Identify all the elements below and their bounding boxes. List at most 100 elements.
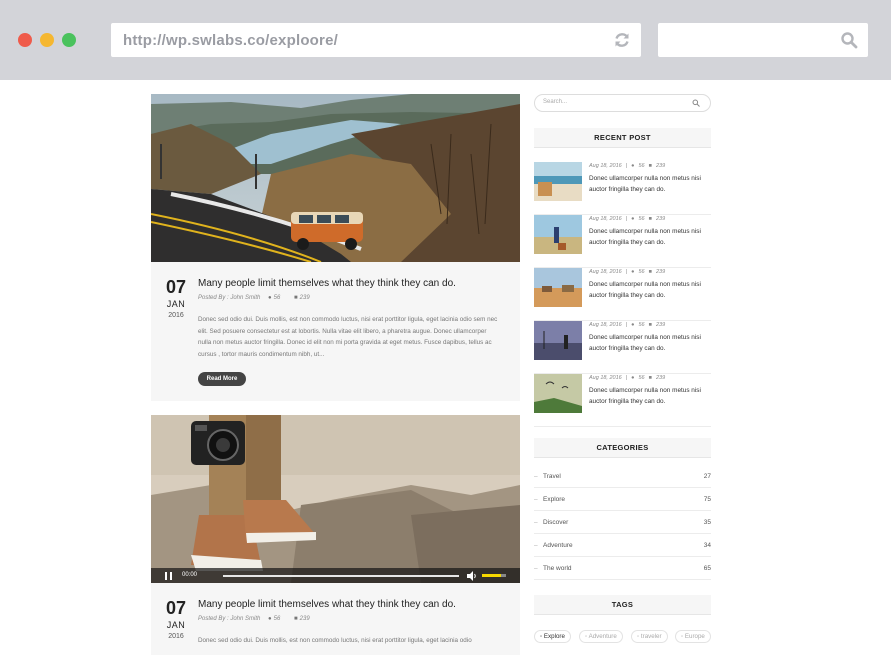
video-controls: 00:00 xyxy=(151,568,520,583)
recent-post-likes: 56 xyxy=(638,216,645,222)
recent-post-date: Aug 18, 2016 xyxy=(589,163,622,169)
category-item[interactable]: – The world 65 xyxy=(534,557,711,580)
maximize-window-button[interactable] xyxy=(62,33,76,47)
user-icon: ● xyxy=(268,616,272,622)
recent-post-title: RECENT POST xyxy=(534,128,711,148)
category-count: 65 xyxy=(703,565,711,572)
recent-post-text[interactable]: Donec ullamcorper nulla non metus nisi a… xyxy=(589,332,711,354)
comment-icon: ■ xyxy=(648,163,652,169)
category-name[interactable]: Travel xyxy=(543,473,561,480)
volume-icon[interactable] xyxy=(467,571,477,581)
category-name[interactable]: Explore xyxy=(543,496,565,503)
recent-post-item[interactable]: Aug 18, 2016 | ● 56 ■ 239 Donec ullamcorper n… xyxy=(534,268,711,321)
tag-explore[interactable]: ◦ Explore xyxy=(534,630,571,643)
comment-icon: ■ xyxy=(648,269,652,275)
recent-post-date: Aug 18, 2016 xyxy=(589,216,622,222)
recent-post-thumb[interactable] xyxy=(534,215,582,254)
recent-post-likes: 56 xyxy=(638,269,645,275)
close-window-button[interactable] xyxy=(18,33,32,47)
recent-post-thumb[interactable] xyxy=(534,374,582,413)
tag-label: Adventure xyxy=(588,633,617,640)
user-icon: ● xyxy=(268,295,272,301)
blog-post: 00:00 07 JAN 2016 Many people limit them… xyxy=(151,415,520,655)
recent-post-meta: Aug 18, 2016 | ● 56 ■ 239 xyxy=(589,322,666,328)
tag-europe[interactable]: ◦ Europe xyxy=(675,630,711,643)
recent-post-date: Aug 18, 2016 xyxy=(589,322,622,328)
post-meta: Posted By : John Smith ● 56 ■ 239 xyxy=(198,295,322,301)
reload-icon[interactable] xyxy=(612,30,632,50)
tag-label: Explore xyxy=(543,633,565,640)
recent-post-thumb[interactable] xyxy=(534,268,582,307)
post-video[interactable]: 00:00 xyxy=(151,415,520,583)
category-item[interactable]: – Explore 75 xyxy=(534,488,711,511)
user-icon: ● xyxy=(631,163,635,169)
search-icon[interactable] xyxy=(692,99,700,107)
recent-post-thumb[interactable] xyxy=(534,162,582,201)
address-bar[interactable]: http://wp.swlabs.co/exploore/ xyxy=(111,23,641,57)
post-date: 07 JAN 2016 xyxy=(165,598,187,640)
recent-post-text[interactable]: Donec ullamcorper nulla non metus nisi a… xyxy=(589,385,711,407)
url-text: http://wp.swlabs.co/exploore/ xyxy=(123,32,338,49)
recent-post-likes: 56 xyxy=(638,322,645,328)
volume-level xyxy=(482,574,502,577)
browser-toolbar: http://wp.swlabs.co/exploore/ xyxy=(0,0,891,80)
recent-post-item[interactable]: Aug 18, 2016 | ● 56 ■ 239 Donec ullamcorper n… xyxy=(534,374,711,427)
category-item[interactable]: – Discover 35 xyxy=(534,511,711,534)
post-likes: 56 xyxy=(273,295,281,301)
volume-slider[interactable] xyxy=(482,574,506,577)
post-title[interactable]: Many people limit themselves what they t… xyxy=(198,278,456,289)
category-name[interactable]: The world xyxy=(543,565,572,572)
category-count: 75 xyxy=(703,496,711,503)
post-author[interactable]: Posted By : John Smith xyxy=(198,295,260,301)
sidebar-search-field[interactable]: Search... xyxy=(534,94,711,112)
category-count: 34 xyxy=(703,542,711,549)
recent-post-item[interactable]: Aug 18, 2016 | ● 56 ■ 239 Donec ullamcorper n… xyxy=(534,162,711,215)
recent-post-text[interactable]: Donec ullamcorper nulla non metus nisi a… xyxy=(589,226,711,248)
user-icon: ● xyxy=(631,269,635,275)
recent-post-comments: 239 xyxy=(655,269,666,275)
browser-search-field[interactable] xyxy=(658,23,868,57)
post-likes: 56 xyxy=(273,616,281,622)
post-day: 07 xyxy=(165,598,187,618)
comment-icon: ■ xyxy=(648,216,652,222)
minimize-window-button[interactable] xyxy=(40,33,54,47)
recent-post-text[interactable]: Donec ullamcorper nulla non metus nisi a… xyxy=(589,279,711,301)
recent-post-comments: 239 xyxy=(655,375,666,381)
read-more-button[interactable]: Read More xyxy=(198,372,246,386)
category-item[interactable]: – Travel 27 xyxy=(534,465,711,488)
recent-post-comments: 239 xyxy=(655,322,666,328)
recent-post-comments: 239 xyxy=(655,216,666,222)
recent-post-thumb[interactable] xyxy=(534,321,582,360)
category-name[interactable]: Discover xyxy=(543,519,568,526)
video-progress-bar[interactable] xyxy=(223,575,459,577)
blog-post: 07 JAN 2016 Many people limit themselves… xyxy=(151,94,520,401)
post-month: JAN xyxy=(166,299,186,309)
recent-post-item[interactable]: Aug 18, 2016 | ● 56 ■ 239 Donec ullamcorper n… xyxy=(534,321,711,374)
comment-icon: ■ xyxy=(294,295,298,301)
category-item[interactable]: – Adventure 34 xyxy=(534,534,711,557)
post-author[interactable]: Posted By : John Smith xyxy=(198,616,260,622)
post-date: 07 JAN 2016 xyxy=(165,277,187,319)
tags-title: TAGS xyxy=(534,595,711,615)
post-title[interactable]: Many people limit themselves what they t… xyxy=(198,599,456,610)
tag-adventure[interactable]: ◦ Adventure xyxy=(579,630,623,643)
post-year: 2016 xyxy=(168,633,184,640)
category-name[interactable]: Adventure xyxy=(543,542,573,549)
post-comments: 239 xyxy=(299,616,310,622)
post-image-landscape[interactable] xyxy=(151,94,520,262)
user-icon: ● xyxy=(631,216,635,222)
category-count: 27 xyxy=(703,473,711,480)
recent-post-meta: Aug 18, 2016 | ● 56 ■ 239 xyxy=(589,269,666,275)
tag-traveler[interactable]: ◦ traveler xyxy=(631,630,668,643)
post-meta: Posted By : John Smith ● 56 ■ 239 xyxy=(198,616,322,622)
recent-post-meta: Aug 18, 2016 | ● 56 ■ 239 xyxy=(589,163,666,169)
recent-post-item[interactable]: Aug 18, 2016 | ● 56 ■ 239 Donec ullamcorper n… xyxy=(534,215,711,268)
recent-post-likes: 56 xyxy=(638,163,645,169)
pause-icon[interactable] xyxy=(165,572,173,580)
search-icon[interactable] xyxy=(840,31,858,49)
recent-post-text[interactable]: Donec ullamcorper nulla non metus nisi a… xyxy=(589,173,711,195)
comment-icon: ■ xyxy=(294,616,298,622)
recent-post-meta: Aug 18, 2016 | ● 56 ■ 239 xyxy=(589,375,666,381)
post-year: 2016 xyxy=(168,312,184,319)
page-content: 07 JAN 2016 Many people limit themselves… xyxy=(0,80,891,655)
